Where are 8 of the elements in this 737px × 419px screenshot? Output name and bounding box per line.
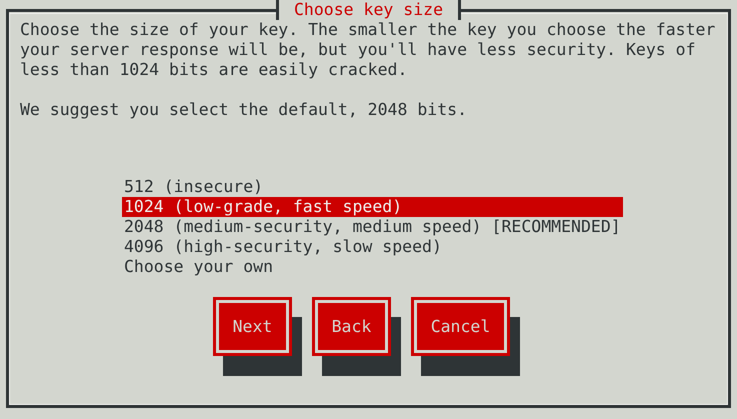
key-size-option[interactable]: Choose your own (122, 257, 623, 277)
dialog-title: Choose key size (279, 0, 458, 20)
key-size-option[interactable]: 512 (insecure) (122, 177, 623, 197)
key-size-option[interactable]: 4096 (high-security, slow speed) (122, 237, 623, 257)
description-text: Choose the size of your key. The smaller the key you choose the faster your server response will be, but you'll have less security. Keys of less than 1024 bits are easily cracked. (20, 20, 716, 80)
key-size-option[interactable]: 2048 (medium-security, medium speed) [RECOMMENDED] (122, 217, 623, 237)
key-size-option[interactable]: 1024 (low-grade, fast speed) (122, 197, 623, 217)
description-text: We suggest you select the default, 2048 bits. (20, 100, 468, 120)
